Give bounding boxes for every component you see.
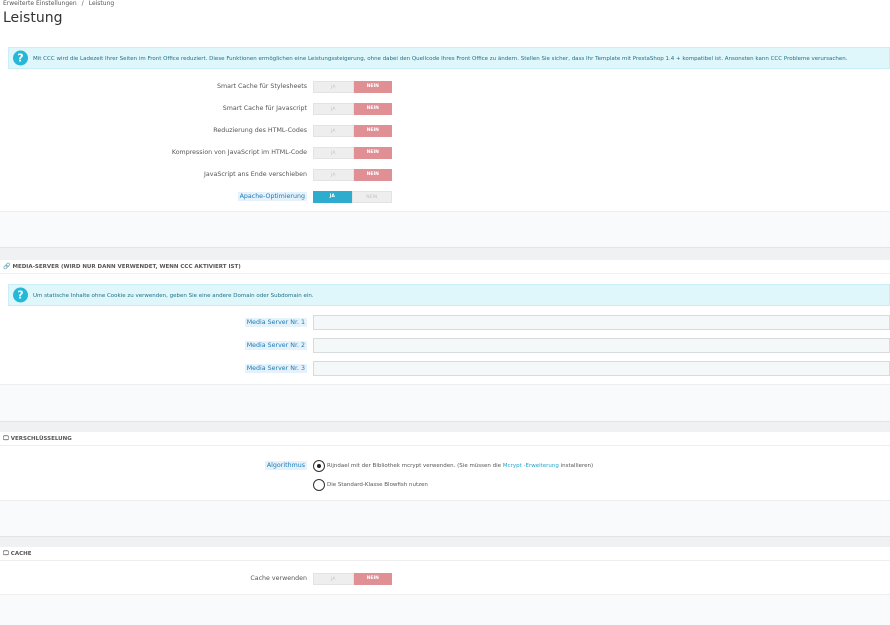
switch-no[interactable]: NEIN xyxy=(351,191,392,203)
media-server-1-input[interactable] xyxy=(313,315,890,330)
radio-blowfish[interactable]: Die Standard-Klasse Blowfish nutzen xyxy=(313,479,428,491)
switch-yes[interactable]: JA xyxy=(313,81,354,93)
row-label-smart-cache-css: Smart Cache für Stylesheets xyxy=(216,83,307,90)
switch-smart-cache-css[interactable]: JA NEIN xyxy=(313,81,392,93)
media-panel-footer xyxy=(0,384,890,421)
breadcrumb-current: Leistung xyxy=(88,0,115,7)
switch-no[interactable]: NEIN xyxy=(353,169,392,181)
question-icon: ? xyxy=(13,50,28,66)
gap xyxy=(0,537,890,547)
media-server-2-label: Media Server Nr. 2 xyxy=(244,341,307,350)
switch-js-move-end[interactable]: JA NEIN xyxy=(313,169,392,181)
monitor-icon: 🖵 xyxy=(3,435,9,442)
link-icon: 🔗 xyxy=(3,263,11,270)
switch-yes[interactable]: JA xyxy=(313,191,352,203)
row-label-js-compression: Kompression von JavaScript im HTML-Code xyxy=(171,149,307,156)
radio-rijndael-text: Rijndael mit der Bibliothek mcrypt verwe… xyxy=(327,463,593,469)
radio-rijndael-pre: Rijndael mit der Bibliothek mcrypt verwe… xyxy=(327,463,503,469)
radio-blowfish-text: Die Standard-Klasse Blowfish nutzen xyxy=(327,482,428,488)
algorithm-label: Algorithmus xyxy=(264,461,307,470)
switch-no[interactable]: NEIN xyxy=(353,147,392,159)
media-info-text: Um statische Inhalte ohne Cookie zu verw… xyxy=(33,293,314,299)
row-label-html-reduction: Reduzierung des HTML-Codes xyxy=(213,127,307,134)
breadcrumb: Erweiterte Einstellungen / Leistung xyxy=(3,0,114,7)
media-panel-heading: 🔗 MEDIA-SERVER (WIRD NUR DANN VERWENDET, … xyxy=(0,260,890,274)
cache-panel-heading-text: CACHE xyxy=(10,551,32,557)
switch-no[interactable]: NEIN xyxy=(353,103,392,115)
switch-apache-optimization[interactable]: JA NEIN xyxy=(313,191,392,203)
switch-cache[interactable]: JA NEIN xyxy=(313,573,392,585)
radio-button[interactable] xyxy=(313,479,325,491)
switch-js-compression[interactable]: JA NEIN xyxy=(313,147,392,159)
switch-smart-cache-js[interactable]: JA NEIN xyxy=(313,103,392,115)
switch-no[interactable]: NEIN xyxy=(353,81,392,93)
media-server-1-label: Media Server Nr. 1 xyxy=(244,318,307,327)
media-info-alert: ? Um statische Inhalte ohne Cookie zu ve… xyxy=(8,284,890,306)
gap xyxy=(0,422,890,432)
cache-label: Cache verwenden xyxy=(250,575,307,582)
radio-rijndael[interactable]: Rijndael mit der Bibliothek mcrypt verwe… xyxy=(313,460,593,472)
monitor-icon: 🖵 xyxy=(3,550,9,557)
page-title: Leistung xyxy=(3,10,63,26)
switch-no[interactable]: NEIN xyxy=(353,125,392,137)
switch-yes[interactable]: JA xyxy=(313,573,354,585)
media-server-3-input[interactable] xyxy=(313,361,890,376)
gap xyxy=(0,248,890,260)
radio-rijndael-post: installieren) xyxy=(558,463,594,469)
encryption-panel-footer xyxy=(0,500,890,536)
question-icon: ? xyxy=(13,287,28,303)
ccc-info-text: Mit CCC wird die Ladezeit Ihrer Seiten i… xyxy=(33,56,848,62)
switch-yes[interactable]: JA xyxy=(313,147,354,159)
row-label-js-move-end: JavaScript ans Ende verschieben xyxy=(204,171,307,178)
switch-yes[interactable]: JA xyxy=(313,103,354,115)
ccc-info-alert: ? Mit CCC wird die Ladezeit Ihrer Seiten… xyxy=(8,47,890,69)
row-label-smart-cache-js: Smart Cache für Javascript xyxy=(222,105,307,112)
switch-no[interactable]: NEIN xyxy=(353,573,392,585)
switch-yes[interactable]: JA xyxy=(313,125,354,137)
row-label-apache-optimization: Apache-Optimierung xyxy=(237,192,307,201)
media-server-2-input[interactable] xyxy=(313,338,890,353)
breadcrumb-separator: / xyxy=(81,0,84,7)
breadcrumb-parent[interactable]: Erweiterte Einstellungen xyxy=(3,0,77,7)
encryption-panel-heading: 🖵 VERSCHLÜSSELUNG xyxy=(0,432,890,446)
switch-yes[interactable]: JA xyxy=(313,169,354,181)
encryption-panel-heading-text: VERSCHLÜSSELUNG xyxy=(10,436,72,442)
switch-html-reduction[interactable]: JA NEIN xyxy=(313,125,392,137)
cache-panel-heading: 🖵 CACHE xyxy=(0,547,890,561)
media-server-3-label: Media Server Nr. 3 xyxy=(244,364,307,373)
mcrypt-link[interactable]: Mcrypt -Erweiterung xyxy=(503,463,559,469)
radio-button-checked[interactable] xyxy=(313,460,325,472)
media-panel-heading-text: MEDIA-SERVER (WIRD NUR DANN VERWENDET, W… xyxy=(12,264,241,270)
cache-panel-footer xyxy=(0,594,890,625)
ccc-panel-footer xyxy=(0,211,890,247)
